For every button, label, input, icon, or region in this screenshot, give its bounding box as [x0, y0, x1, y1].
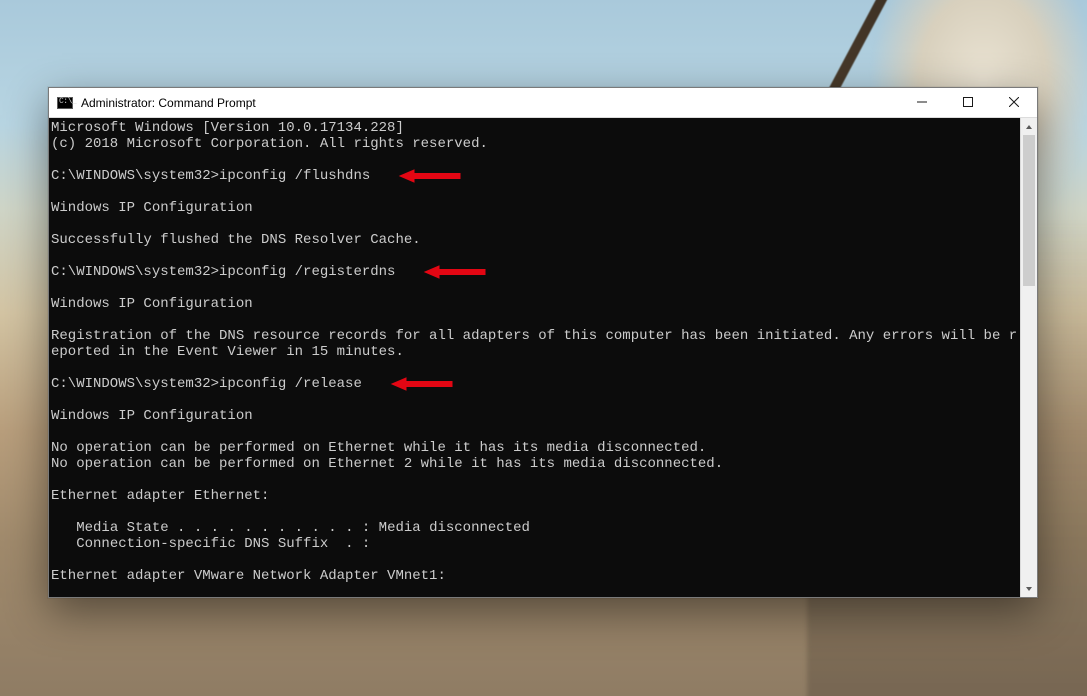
- command-prompt-window: Administrator: Command Prompt Microsoft …: [48, 87, 1038, 598]
- console-line: C:\WINDOWS\system32>ipconfig /release: [51, 376, 1020, 392]
- console-line: Media State . . . . . . . . . . . : Medi…: [51, 520, 1020, 536]
- scroll-down-button[interactable]: [1021, 580, 1037, 597]
- console-line: [51, 248, 1020, 264]
- window-controls: [899, 88, 1037, 117]
- console-line: [51, 360, 1020, 376]
- console-area: Microsoft Windows [Version 10.0.17134.22…: [49, 118, 1037, 597]
- console-line: [51, 216, 1020, 232]
- scrollbar-track[interactable]: [1021, 135, 1037, 580]
- scrollbar-thumb[interactable]: [1023, 135, 1035, 286]
- console-line: [51, 472, 1020, 488]
- minimize-button[interactable]: [899, 88, 945, 117]
- console-line: [51, 584, 1020, 597]
- console-line: [51, 504, 1020, 520]
- console-line: Microsoft Windows [Version 10.0.17134.22…: [51, 120, 1020, 136]
- console-line: [51, 152, 1020, 168]
- console-line: Windows IP Configuration: [51, 200, 1020, 216]
- console-line: [51, 392, 1020, 408]
- console-line: (c) 2018 Microsoft Corporation. All righ…: [51, 136, 1020, 152]
- console-line: Successfully flushed the DNS Resolver Ca…: [51, 232, 1020, 248]
- console-line: Ethernet adapter VMware Network Adapter …: [51, 568, 1020, 584]
- console-line: Windows IP Configuration: [51, 408, 1020, 424]
- maximize-button[interactable]: [945, 88, 991, 117]
- console-line: Registration of the DNS resource records…: [51, 328, 1020, 360]
- console-line: Windows IP Configuration: [51, 296, 1020, 312]
- minimize-icon: [917, 94, 927, 112]
- titlebar[interactable]: Administrator: Command Prompt: [49, 88, 1037, 118]
- window-title: Administrator: Command Prompt: [79, 96, 899, 110]
- scroll-up-button[interactable]: [1021, 118, 1037, 135]
- console-line: No operation can be performed on Etherne…: [51, 456, 1020, 472]
- console-line: No operation can be performed on Etherne…: [51, 440, 1020, 456]
- maximize-icon: [963, 94, 973, 112]
- console-line: [51, 424, 1020, 440]
- console-output[interactable]: Microsoft Windows [Version 10.0.17134.22…: [49, 118, 1020, 597]
- chevron-up-icon: [1025, 118, 1033, 136]
- chevron-down-icon: [1025, 580, 1033, 598]
- console-line: [51, 312, 1020, 328]
- vertical-scrollbar[interactable]: [1020, 118, 1037, 597]
- console-line: [51, 552, 1020, 568]
- app-icon: [57, 97, 73, 109]
- close-icon: [1009, 94, 1019, 112]
- console-line: C:\WINDOWS\system32>ipconfig /flushdns: [51, 168, 1020, 184]
- console-line: C:\WINDOWS\system32>ipconfig /registerdn…: [51, 264, 1020, 280]
- console-line: Connection-specific DNS Suffix . :: [51, 536, 1020, 552]
- console-line: Ethernet adapter Ethernet:: [51, 488, 1020, 504]
- console-line: [51, 280, 1020, 296]
- close-button[interactable]: [991, 88, 1037, 117]
- console-line: [51, 184, 1020, 200]
